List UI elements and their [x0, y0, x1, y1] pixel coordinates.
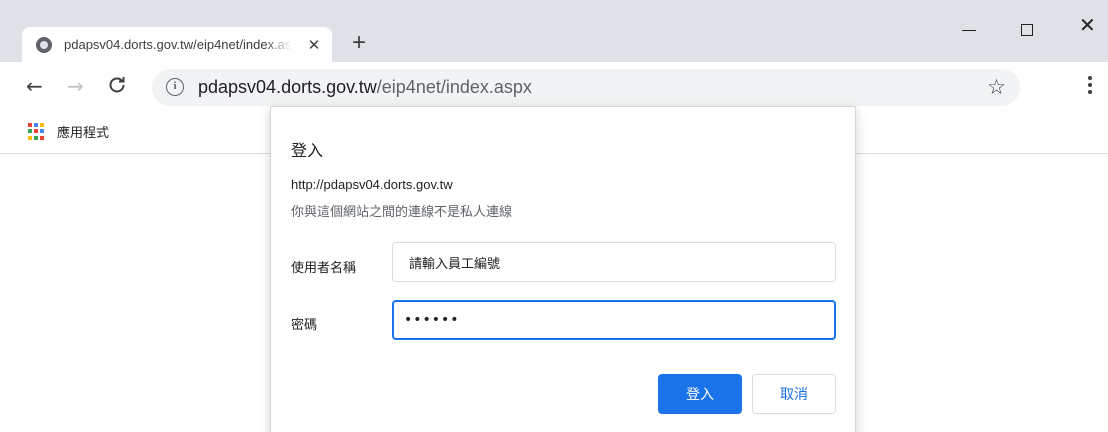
globe-icon [36, 36, 52, 53]
forward-arrow-icon[interactable]: → [67, 76, 84, 96]
maximize-icon[interactable] [1021, 24, 1033, 36]
connection-warning: 你與這個網站之間的連線不是私人連線 [291, 205, 513, 220]
toolbar: ← → i pdapsv04.dorts.gov.tw/eip4net/inde… [0, 62, 1108, 112]
url-path: /eip4net/index.aspx [376, 77, 532, 97]
dialog-title: 登入 [291, 141, 324, 160]
window-close-icon[interactable]: ✕ [1079, 16, 1096, 36]
tab-active[interactable]: pdapsv04.dorts.gov.tw/eip4net/index.aspx… [22, 27, 332, 62]
tab-title: pdapsv04.dorts.gov.tw/eip4net/index.aspx [64, 37, 292, 52]
address-bar[interactable]: i pdapsv04.dorts.gov.tw/eip4net/index.as… [152, 69, 1020, 106]
info-icon[interactable]: i [166, 78, 184, 96]
apps-grid-icon [28, 123, 45, 140]
url-text: pdapsv04.dorts.gov.tw/eip4net/index.aspx [198, 77, 532, 98]
back-arrow-icon[interactable]: ← [26, 76, 43, 96]
username-label: 使用者名稱 [291, 261, 357, 276]
dialog-origin: http://pdapsv04.dorts.gov.tw [291, 177, 453, 192]
bookmark-star-icon[interactable]: ☆ [987, 75, 1006, 99]
username-field[interactable]: 請輸入員工編號 [392, 242, 836, 282]
new-tab-button[interactable]: + [352, 31, 366, 55]
cancel-button[interactable]: 取消 [752, 374, 836, 414]
sign-in-button[interactable]: 登入 [658, 374, 742, 414]
browser-window: pdapsv04.dorts.gov.tw/eip4net/index.aspx… [0, 0, 1108, 432]
minimize-icon[interactable] [962, 30, 976, 31]
password-label: 密碼 [291, 318, 318, 333]
tab-strip: pdapsv04.dorts.gov.tw/eip4net/index.aspx… [0, 0, 1108, 62]
password-field[interactable]: •••••• [392, 300, 836, 340]
tab-close-icon[interactable]: ✕ [306, 37, 322, 53]
apps-shortcut[interactable]: 應用程式 [28, 122, 109, 141]
apps-label: 應用程式 [57, 126, 110, 141]
auth-dialog: 登入 http://pdapsv04.dorts.gov.tw 你與這個網站之間… [270, 106, 856, 432]
more-menu-icon[interactable] [1088, 76, 1092, 97]
reload-icon[interactable] [108, 76, 126, 97]
url-host: pdapsv04.dorts.gov.tw [198, 77, 377, 97]
